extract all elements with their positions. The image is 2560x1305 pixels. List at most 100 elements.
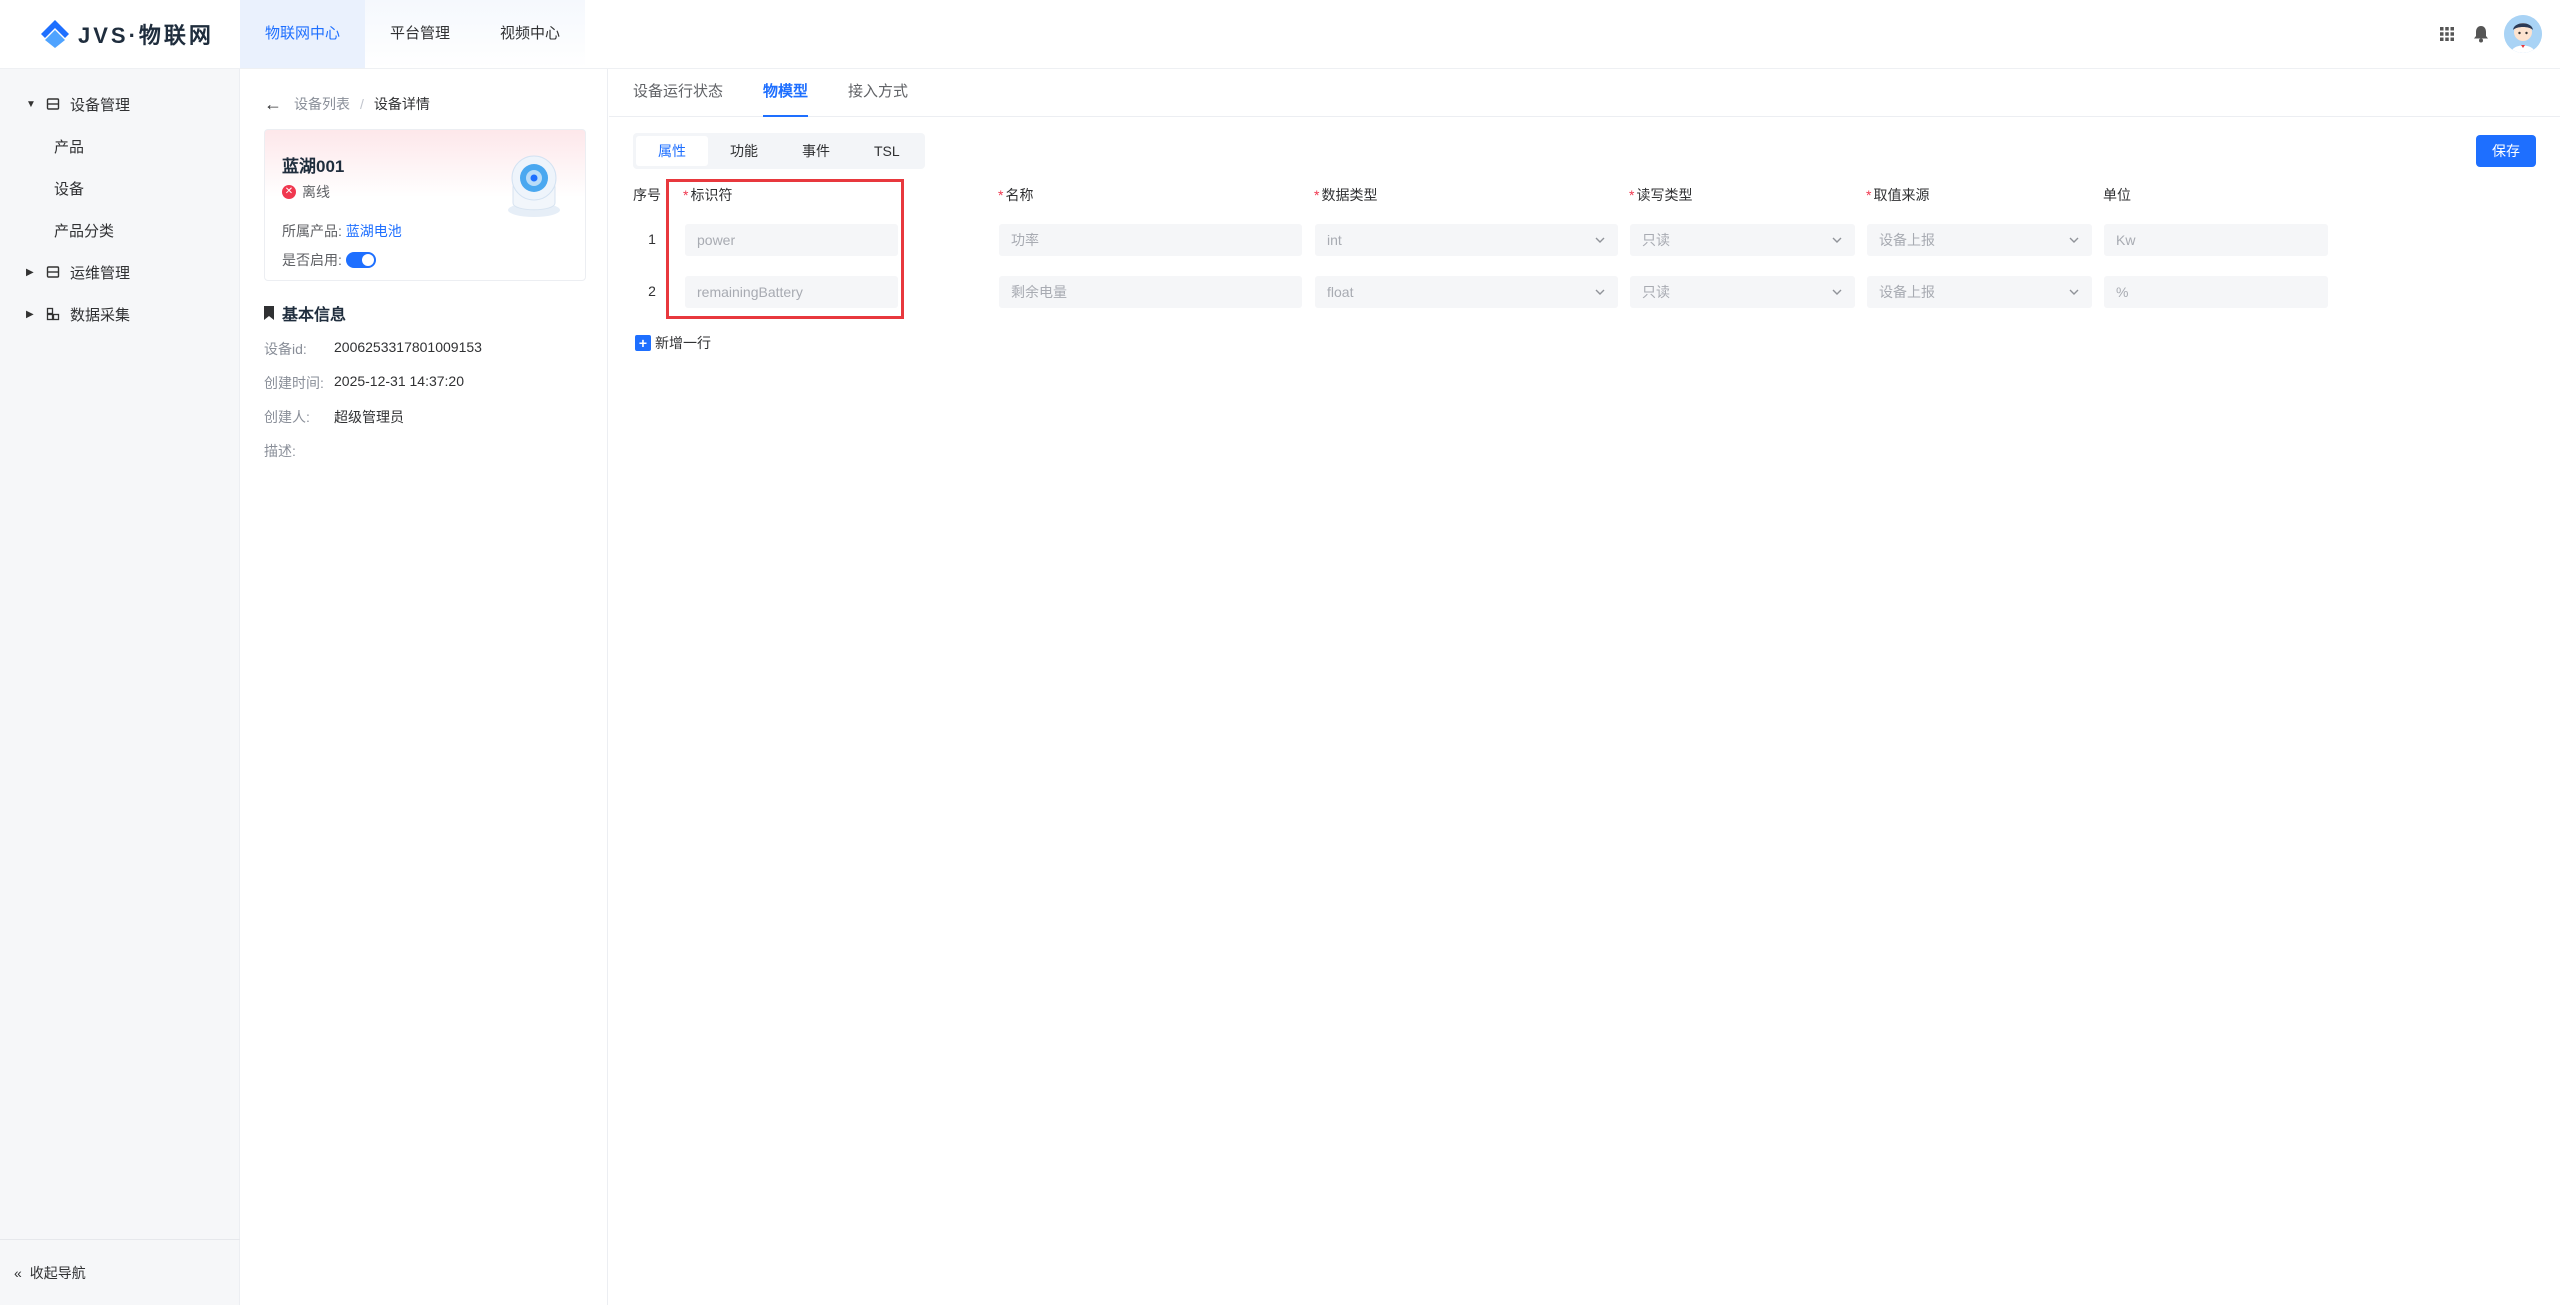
main-tabs: 设备运行状态 物模型 接入方式 xyxy=(609,69,2560,117)
device-name: 蓝湖001 xyxy=(282,157,345,176)
add-row-label: 新增一行 xyxy=(655,335,711,351)
sidebar-group-ops-management[interactable]: ▶ 运维管理 xyxy=(0,251,239,293)
row-index: 2 xyxy=(648,283,656,299)
save-button[interactable]: 保存 xyxy=(2476,135,2536,167)
breadcrumb-separator: / xyxy=(360,96,364,112)
source-value: 设备上报 xyxy=(1879,284,1935,300)
data-type-value: int xyxy=(1327,232,1342,248)
header-source: * 取值来源 xyxy=(1866,185,1929,205)
device-enable-row: 是否启用: xyxy=(282,250,376,270)
sidebar-item-product-category[interactable]: 产品分类 xyxy=(0,209,239,251)
tab-functions[interactable]: 功能 xyxy=(708,136,780,166)
sidebar-group-label: 运维管理 xyxy=(70,264,131,282)
device-status-label: 离线 xyxy=(302,184,330,200)
header-index: 序号 xyxy=(633,185,661,205)
top-bar: JVS·物联网 物联网中心 平台管理 视频中心 xyxy=(0,0,2560,69)
topnav-video-center[interactable]: 视频中心 xyxy=(475,0,585,68)
chevron-down-icon xyxy=(1832,289,1842,295)
device-icon xyxy=(46,96,62,112)
data-type-select[interactable]: int xyxy=(1315,224,1618,256)
device-info-panel: ← 设备列表 / 设备详情 蓝湖001 ✕ 离线 所属产品: 蓝湖电池 是否启用… xyxy=(240,69,608,1305)
info-value: 2025-12-31 14:37:20 xyxy=(334,373,464,389)
required-mark: * xyxy=(1866,187,1872,203)
required-mark: * xyxy=(1314,187,1320,203)
collapse-nav-button[interactable]: « 收起导航 xyxy=(0,1239,240,1305)
back-arrow-icon[interactable]: ← xyxy=(264,94,282,115)
enable-toggle[interactable] xyxy=(345,252,376,268)
tab-tsl[interactable]: TSL xyxy=(852,136,922,166)
sidebar-item-product[interactable]: 产品 xyxy=(0,125,239,167)
rw-type-value: 只读 xyxy=(1642,232,1670,248)
bookmark-icon xyxy=(264,306,274,320)
sidebar-group-data-collection[interactable]: ▶ 数据采集 xyxy=(0,293,239,335)
offline-icon: ✕ xyxy=(282,185,296,199)
apps-grid-icon[interactable] xyxy=(2436,23,2458,45)
identifier-column-highlight xyxy=(666,179,904,319)
sidebar-group-device-management[interactable]: ▼ 设备管理 xyxy=(0,83,239,125)
source-value: 设备上报 xyxy=(1879,232,1935,248)
info-label: 描述: xyxy=(264,443,296,459)
info-label: 设备id: xyxy=(264,341,307,357)
required-mark: * xyxy=(998,187,1004,203)
header-name: * 名称 xyxy=(998,185,1033,205)
add-row-button[interactable]: + 新增一行 xyxy=(635,333,711,353)
tab-thing-model[interactable]: 物模型 xyxy=(763,69,809,117)
device-image xyxy=(499,148,569,220)
rw-type-value: 只读 xyxy=(1642,284,1670,300)
sidebar: ▼ 设备管理 产品 设备 产品分类 ▶ 运维管理 ▶ 数据采集 « 收起导航 xyxy=(0,69,240,1305)
bell-icon[interactable] xyxy=(2470,23,2492,45)
caret-right-icon: ▶ xyxy=(26,308,34,320)
top-nav: 物联网中心 平台管理 视频中心 xyxy=(240,0,586,68)
info-device-id: 设备id: 2006253317801009153 xyxy=(264,339,482,359)
product-label: 所属产品: xyxy=(282,223,342,239)
rw-type-select[interactable]: 只读 xyxy=(1630,276,1855,308)
tab-access-method[interactable]: 接入方式 xyxy=(848,69,908,117)
logo[interactable]: JVS·物联网 xyxy=(38,16,214,52)
caret-down-icon: ▼ xyxy=(26,98,36,110)
chevron-down-icon xyxy=(2069,237,2079,243)
chevron-down-icon xyxy=(1595,237,1605,243)
device-product: 所属产品: 蓝湖电池 xyxy=(282,221,402,241)
info-description: 描述: xyxy=(264,441,334,461)
unit-value: % xyxy=(2116,284,2129,300)
top-right-tools xyxy=(2436,14,2542,54)
topnav-iot-center[interactable]: 物联网中心 xyxy=(240,0,366,68)
header-rw-type-label: 读写类型 xyxy=(1636,187,1693,203)
header-data-type: * 数据类型 xyxy=(1314,185,1377,205)
breadcrumb: ← 设备列表 / 设备详情 xyxy=(264,93,430,115)
avatar[interactable] xyxy=(2504,15,2542,53)
sidebar-group-label: 设备管理 xyxy=(70,96,131,114)
data-collection-icon xyxy=(46,306,62,322)
double-chevron-left-icon: « xyxy=(14,1264,22,1281)
name-input[interactable]: 功率 xyxy=(999,224,1302,256)
header-name-label: 名称 xyxy=(1005,187,1034,203)
chevron-down-icon xyxy=(1595,289,1605,295)
product-link[interactable]: 蓝湖电池 xyxy=(346,223,402,239)
unit-value: Kw xyxy=(2116,232,2136,248)
collapse-nav-label: 收起导航 xyxy=(29,1264,86,1281)
breadcrumb-current: 设备详情 xyxy=(373,96,430,112)
info-value: 超级管理员 xyxy=(334,409,404,425)
info-created-time: 创建时间: 2025-12-31 14:37:20 xyxy=(264,373,464,393)
unit-input[interactable]: Kw xyxy=(2104,224,2328,256)
basic-info-title: 基本信息 xyxy=(264,301,346,325)
sidebar-item-device[interactable]: 设备 xyxy=(0,167,239,209)
topnav-platform-management[interactable]: 平台管理 xyxy=(365,0,475,68)
chevron-down-icon xyxy=(2069,289,2079,295)
name-input[interactable]: 剩余电量 xyxy=(999,276,1302,308)
logo-icon xyxy=(41,20,69,48)
device-icon xyxy=(46,264,62,280)
source-select[interactable]: 设备上报 xyxy=(1867,276,2092,308)
data-type-value: float xyxy=(1327,284,1354,300)
unit-input[interactable]: % xyxy=(2104,276,2328,308)
tab-properties[interactable]: 属性 xyxy=(636,136,708,166)
header-data-type-label: 数据类型 xyxy=(1321,187,1378,203)
source-select[interactable]: 设备上报 xyxy=(1867,224,2092,256)
tab-device-status[interactable]: 设备运行状态 xyxy=(633,69,723,117)
rw-type-select[interactable]: 只读 xyxy=(1630,224,1855,256)
header-unit-label: 单位 xyxy=(2103,187,2131,203)
breadcrumb-device-list[interactable]: 设备列表 xyxy=(294,94,350,114)
tab-events[interactable]: 事件 xyxy=(780,136,852,166)
sub-tabs: 属性 功能 事件 TSL xyxy=(633,133,925,169)
data-type-select[interactable]: float xyxy=(1315,276,1618,308)
